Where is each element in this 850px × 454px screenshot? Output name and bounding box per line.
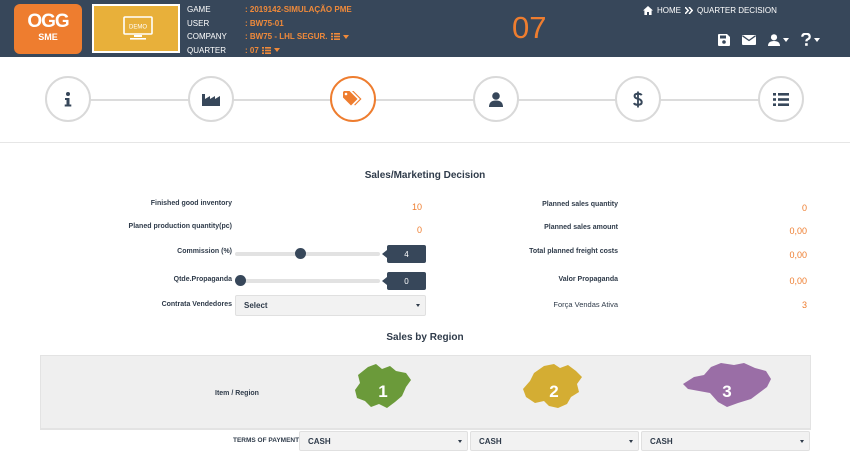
current-quarter-number: 07 (512, 10, 547, 45)
company-selector[interactable]: : BW75 - LHL SEGUR. (245, 30, 349, 44)
step-human-resources[interactable] (473, 76, 519, 122)
user-icon (489, 91, 503, 107)
item-region-label: Item / Region (215, 390, 259, 397)
info-key-company: COMPANY (187, 32, 227, 41)
contrata-vendedores-label: Contrata Vendedores (161, 301, 232, 308)
region-2-payment-value: CASH (479, 436, 502, 446)
propaganda-slider-handle[interactable] (235, 275, 246, 286)
logo-main-text: OGG (27, 11, 69, 32)
chevron-down-icon (783, 37, 789, 42)
top-bar: OGG SME DEMO GAME : 2019142-SIMULAÇÃO PME… (0, 0, 850, 57)
planned-sales-amount-value: 0,00 (789, 226, 807, 236)
user-menu-button[interactable] (768, 33, 789, 46)
contrata-vendedores-selected: Select (244, 301, 268, 310)
double-chevron-right-icon (685, 7, 693, 14)
propaganda-value-label: Valor Propaganda (558, 276, 618, 283)
commission-label: Commission (%) (177, 248, 232, 255)
propaganda-qty-value: 0 (382, 272, 426, 290)
region-1-payment-select[interactable]: CASH (299, 431, 468, 451)
demo-thumbnail[interactable]: DEMO (92, 4, 180, 53)
commission-slider[interactable] (235, 248, 380, 259)
region-1-map[interactable]: 1 (354, 363, 412, 409)
step-sales-marketing[interactable] (330, 76, 376, 122)
breadcrumb-home-link[interactable]: HOME (657, 6, 681, 15)
chevron-down-icon (800, 440, 804, 443)
messages-button[interactable] (742, 34, 756, 45)
region-2-payment-select[interactable]: CASH (470, 431, 639, 451)
sales-decision-title: Sales/Marketing Decision (364, 170, 486, 181)
freight-costs-value: 0,00 (789, 250, 807, 260)
section-divider (0, 142, 850, 143)
save-button[interactable] (718, 33, 730, 46)
logo-sub-text: SME (38, 32, 58, 42)
info-key-user: USER (187, 18, 210, 28)
commission-slider-handle[interactable] (295, 248, 306, 259)
sales-by-region-title: Sales by Region (386, 332, 464, 343)
planned-production-value: 0 (416, 225, 422, 235)
step-summary[interactable] (758, 76, 804, 122)
envelope-icon (742, 34, 756, 45)
user-icon (768, 33, 780, 46)
chevron-down-icon (814, 37, 820, 42)
help-menu-button[interactable] (801, 33, 820, 46)
planned-sales-qty-value: 0 (801, 203, 807, 213)
region-3-map[interactable]: 3 (680, 362, 772, 408)
info-value-company: : BW75 - LHL SEGUR. (245, 32, 328, 41)
region-1-number: 1 (378, 382, 387, 401)
demo-label: DEMO (129, 25, 147, 31)
chevron-down-icon (629, 440, 633, 443)
commission-value: 4 (382, 245, 426, 263)
forca-vendas-label: Força Vendas Ativa (553, 300, 618, 309)
list-icon (330, 33, 340, 41)
finished-inventory-value: 10 (411, 202, 422, 212)
chevron-down-icon (416, 304, 420, 307)
stepper-line (68, 99, 780, 101)
breadcrumb: HOME QUARTER DECISION (643, 6, 777, 15)
breadcrumb-current: QUARTER DECISION (697, 6, 777, 15)
monitor-icon: DEMO (123, 16, 153, 40)
contrata-vendedores-select[interactable]: Select (235, 295, 426, 316)
planned-production-label: Planed production quantity(pc) (128, 223, 232, 230)
planned-sales-qty-label: Planned sales quantity (542, 201, 618, 208)
forca-vendas-value: 3 (801, 300, 807, 310)
planned-sales-amount-label: Planned sales amount (544, 224, 618, 231)
info-value-game: : 2019142-SIMULAÇÃO PME (245, 5, 352, 14)
info-value-quarter: : 07 (245, 45, 259, 55)
propaganda-qty-label: Qtde.Propaganda (173, 276, 232, 283)
info-icon (64, 91, 72, 106)
propaganda-slider[interactable] (235, 275, 380, 286)
finished-inventory-label: Finished good inventory (150, 200, 232, 207)
step-finance[interactable] (615, 76, 661, 122)
terms-of-payment-label: TERMS OF PAYMENT (233, 437, 300, 444)
region-1-payment-value: CASH (308, 436, 331, 446)
factory-icon (202, 94, 220, 106)
save-icon (718, 33, 730, 46)
chevron-down-icon (273, 48, 280, 53)
region-3-payment-value: CASH (650, 436, 673, 446)
decision-stepper (0, 57, 850, 142)
chevron-down-icon (342, 34, 349, 39)
freight-costs-label: Total planned freight costs (529, 248, 618, 255)
game-info: GAME : 2019142-SIMULAÇÃO PME USER : BW75-0… (187, 3, 352, 57)
region-3-payment-select[interactable]: CASH (641, 431, 810, 451)
list-icon (261, 46, 271, 54)
ogg-logo[interactable]: OGG SME (14, 4, 82, 54)
toolbar-icons (718, 33, 820, 46)
quarter-selector[interactable]: : 07 (245, 44, 280, 58)
dollar-icon (633, 91, 643, 107)
info-key-game: GAME (187, 5, 211, 14)
region-2-map[interactable]: 2 (522, 363, 584, 409)
step-info[interactable] (45, 76, 91, 122)
region-2-number: 2 (549, 382, 558, 401)
list-icon (773, 92, 789, 106)
step-production[interactable] (188, 76, 234, 122)
price-tag-icon (343, 91, 362, 106)
propaganda-value-amount: 0,00 (789, 276, 807, 286)
info-value-user: : BW75-01 (245, 18, 284, 28)
question-icon (801, 33, 811, 46)
chevron-down-icon (458, 440, 462, 443)
info-key-quarter: QUARTER (187, 45, 226, 55)
home-icon (643, 6, 653, 15)
region-3-number: 3 (722, 382, 731, 401)
